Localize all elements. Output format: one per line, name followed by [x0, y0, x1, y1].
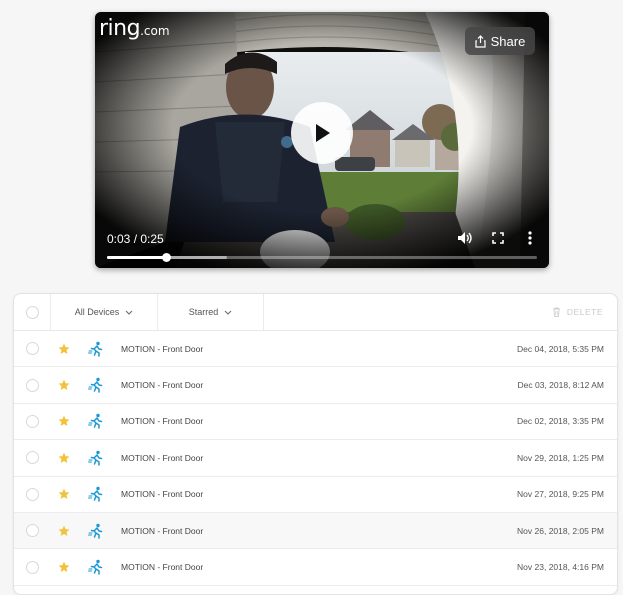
event-checkbox[interactable] — [25, 342, 39, 356]
event-row[interactable]: MOTION - Front Door Nov 27, 2018, 9:25 P… — [14, 477, 617, 513]
star-icon[interactable] — [58, 525, 70, 537]
delete-button[interactable]: DELETE — [552, 294, 603, 330]
starred-label: Starred — [188, 307, 219, 317]
chevron-down-icon — [125, 310, 133, 315]
event-kind: MOTION — [121, 343, 155, 354]
motion-icon — [88, 341, 103, 357]
event-title: MOTION - Front Door — [121, 380, 203, 390]
event-kind: MOTION — [121, 380, 155, 391]
share-label: Share — [490, 33, 526, 49]
chevron-down-icon — [224, 310, 232, 315]
star-icon[interactable] — [58, 488, 70, 500]
play-button[interactable] — [291, 102, 353, 164]
event-device: - Front Door — [155, 562, 204, 573]
event-list: All Devices Starred DELETE MOTION - Fron… — [13, 293, 618, 595]
event-row[interactable]: MOTION - Front Door Dec 02, 2018, 3:35 P… — [14, 404, 617, 441]
event-kind: MOTION — [121, 489, 155, 500]
event-date: Nov 27, 2018, 9:25 PM — [517, 489, 604, 500]
motion-icon — [88, 523, 103, 539]
event-checkbox[interactable] — [25, 524, 39, 538]
event-date: Nov 29, 2018, 1:25 PM — [517, 452, 604, 463]
progress-played — [107, 256, 166, 259]
progress-thumb[interactable] — [161, 253, 171, 262]
share-icon — [475, 34, 486, 48]
motion-icon — [88, 559, 103, 575]
event-list-toolbar: All Devices Starred DELETE — [14, 294, 617, 331]
event-row[interactable]: MOTION - Front Door Nov 29, 2018, 1:25 P… — [14, 440, 617, 477]
event-row[interactable]: MOTION - Front Door Dec 04, 2018, 5:35 P… — [14, 331, 617, 368]
motion-icon — [88, 487, 103, 502]
event-kind: MOTION — [121, 416, 155, 427]
all-devices-dropdown[interactable]: All Devices — [51, 294, 158, 330]
event-date: Dec 04, 2018, 5:35 PM — [517, 343, 604, 354]
event-title: MOTION - Front Door — [121, 489, 203, 499]
event-row[interactable]: MOTION - Front Door Nov 23, 2018, 4:16 P… — [14, 549, 617, 586]
star-icon[interactable] — [58, 561, 70, 573]
trash-icon — [552, 307, 560, 317]
star-icon[interactable] — [58, 379, 70, 391]
select-all-cell — [14, 294, 51, 330]
event-device: - Front Door — [155, 380, 204, 391]
star-icon[interactable] — [58, 415, 70, 427]
event-checkbox[interactable] — [25, 378, 39, 392]
event-kind: MOTION — [121, 562, 155, 573]
event-title: MOTION - Front Door — [121, 453, 203, 463]
event-date: Dec 03, 2018, 8:12 AM — [517, 380, 604, 391]
event-kind: MOTION — [121, 525, 155, 536]
more-vertical-icon[interactable] — [527, 231, 533, 245]
share-button[interactable]: Share — [465, 27, 535, 55]
event-device: - Front Door — [155, 343, 204, 354]
ring-logo: ring.com — [99, 16, 170, 41]
video-progress-bar[interactable] — [107, 253, 537, 262]
motion-icon — [88, 414, 103, 430]
starred-dropdown[interactable]: Starred — [158, 294, 264, 330]
video-player[interactable]: ring.com Share 0:03 / 0:25 — [95, 12, 549, 268]
event-device: - Front Door — [155, 416, 204, 427]
motion-icon — [88, 450, 103, 466]
event-date: Nov 26, 2018, 2:05 PM — [517, 525, 604, 536]
event-checkbox[interactable] — [25, 560, 39, 574]
all-devices-label: All Devices — [74, 307, 120, 317]
event-title: MOTION - Front Door — [121, 526, 203, 536]
volume-icon[interactable] — [457, 231, 473, 245]
event-checkbox[interactable] — [25, 487, 39, 501]
delete-label: DELETE — [566, 307, 603, 317]
event-row[interactable]: MOTION - Front Door Nov 26, 2018, 2:05 P… — [14, 512, 617, 550]
event-rows: MOTION - Front Door Dec 04, 2018, 5:35 P… — [14, 331, 617, 586]
time-display: 0:03 / 0:25 — [107, 232, 164, 246]
event-date: Dec 02, 2018, 3:35 PM — [517, 416, 604, 427]
event-kind: MOTION — [121, 452, 155, 463]
event-title: MOTION - Front Door — [121, 562, 203, 572]
star-icon[interactable] — [58, 452, 70, 464]
event-device: - Front Door — [155, 489, 204, 500]
event-row[interactable]: MOTION - Front Door Dec 03, 2018, 8:12 A… — [14, 367, 617, 404]
event-checkbox[interactable] — [25, 414, 39, 428]
fullscreen-icon[interactable] — [492, 232, 504, 244]
event-checkbox[interactable] — [25, 451, 39, 465]
event-date: Nov 23, 2018, 4:16 PM — [517, 562, 604, 573]
select-all-checkbox[interactable] — [25, 305, 39, 319]
star-icon[interactable] — [58, 343, 70, 355]
event-title: MOTION - Front Door — [121, 344, 203, 354]
play-icon — [316, 124, 330, 142]
event-device: - Front Door — [155, 525, 204, 536]
motion-icon — [88, 377, 103, 393]
event-title: MOTION - Front Door — [121, 416, 203, 426]
event-device: - Front Door — [155, 452, 204, 463]
